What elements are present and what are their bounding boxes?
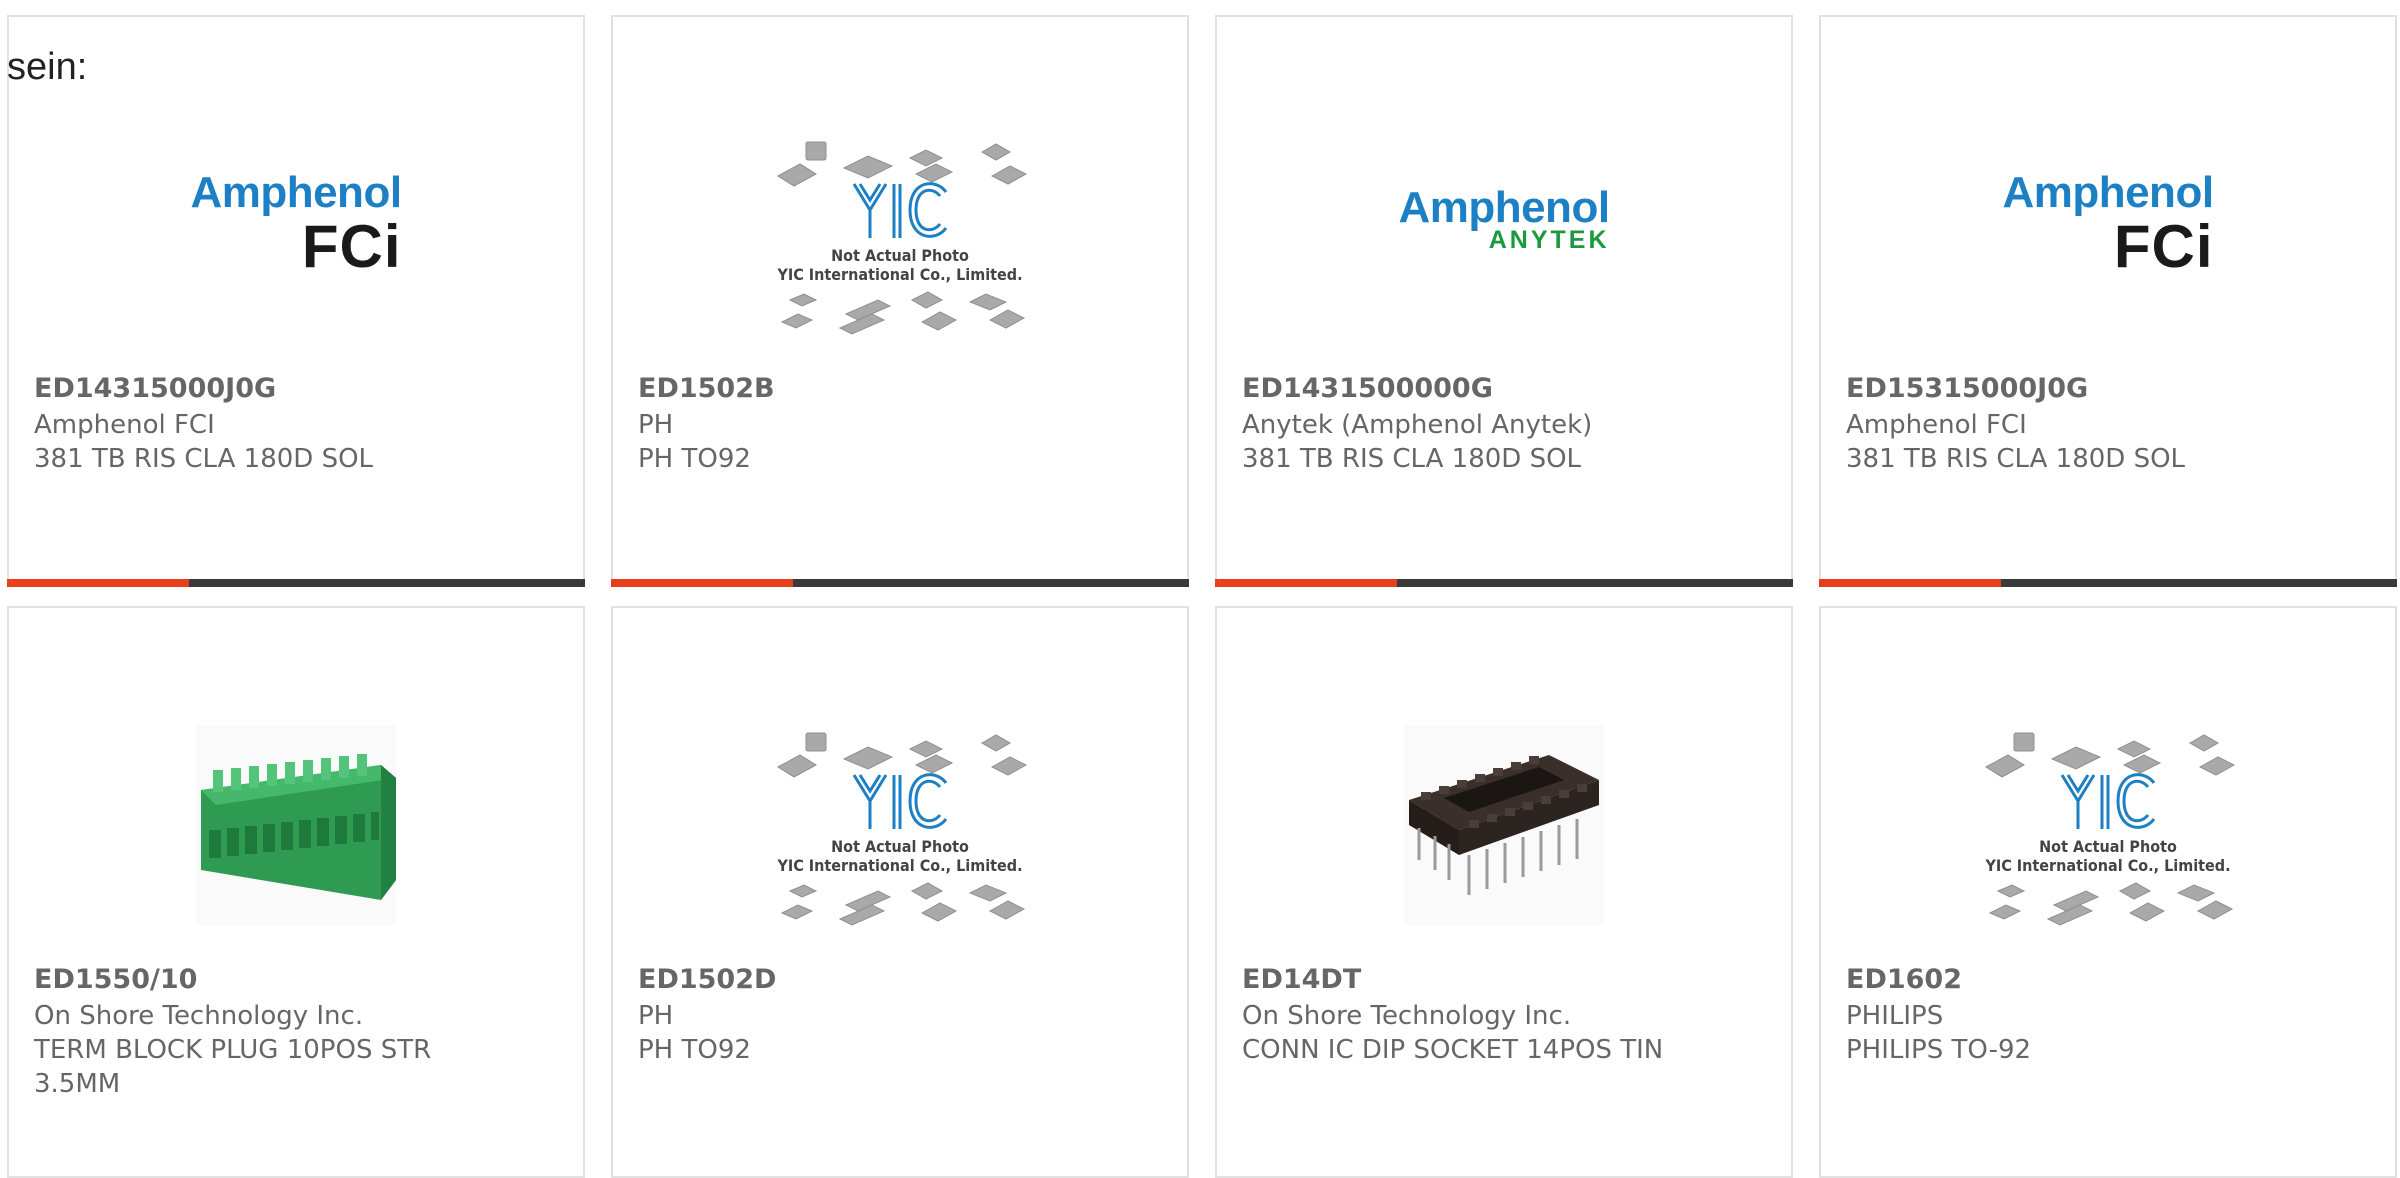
product-card[interactable]: ED1550/10 On Shore Technology Inc. TERM … — [7, 606, 585, 1178]
description: PH TO92 — [638, 444, 751, 474]
product-image[interactable] — [1217, 690, 1791, 960]
card-accent-bar — [1819, 579, 2397, 587]
product-image[interactable] — [9, 690, 583, 960]
description: TERM BLOCK PLUG 10POS STR 3.5MM — [34, 1035, 432, 1099]
description: PH TO92 — [638, 1035, 751, 1065]
yic-placeholder-image: Not Actual Photo YIC International Co., … — [760, 705, 1040, 945]
manufacturer: Anytek (Amphenol Anytek) — [1242, 410, 1593, 440]
manufacturer: Amphenol FCI — [34, 410, 215, 440]
amphenol-fci-logo: Amphenol FCi — [2002, 168, 2214, 280]
description: 381 TB RIS CLA 180D SOL — [34, 444, 374, 474]
lead-text: sein: — [7, 46, 88, 88]
card-accent-bar — [7, 579, 585, 587]
manufacturer: On Shore Technology Inc. — [1242, 1001, 1572, 1031]
product-card[interactable]: Not Actual Photo YIC International Co., … — [1819, 606, 2397, 1178]
product-card[interactable]: Amphenol FCi ED14315000J0G Amphenol FCI … — [7, 15, 585, 587]
description: 381 TB RIS CLA 180D SOL — [1846, 444, 2186, 474]
card-accent-bar — [1215, 579, 1793, 587]
description: PHILIPS TO-92 — [1846, 1035, 2032, 1065]
product-image[interactable]: Amphenol FCi — [1821, 99, 2395, 369]
amphenol-anytek-logo: Amphenol ANYTEK — [1398, 182, 1610, 254]
part-number[interactable]: ED1602 — [1846, 965, 1962, 995]
part-number[interactable]: ED14DT — [1242, 965, 1361, 995]
product-image[interactable]: Not Actual Photo YIC International Co., … — [613, 690, 1187, 960]
manufacturer: Amphenol FCI — [1846, 410, 2027, 440]
product-image[interactable]: Not Actual Photo YIC International Co., … — [1821, 690, 2395, 960]
dip-socket-photo — [1404, 725, 1604, 925]
product-card[interactable]: Not Actual Photo YIC International Co., … — [611, 606, 1189, 1178]
description: CONN IC DIP SOCKET 14POS TIN — [1242, 1035, 1664, 1065]
placeholder-caption: Not Actual Photo YIC International Co., … — [777, 837, 1023, 875]
description: 381 TB RIS CLA 180D SOL — [1242, 444, 1582, 474]
part-number[interactable]: ED14315000J0G — [34, 374, 276, 404]
product-card[interactable]: ED14DT On Shore Technology Inc. CONN IC … — [1215, 606, 1793, 1178]
product-card[interactable]: Amphenol FCi ED15315000J0G Amphenol FCI … — [1819, 15, 2397, 587]
part-number[interactable]: ED1431500000G — [1242, 374, 1493, 404]
product-image[interactable]: Not Actual Photo YIC International Co., … — [613, 99, 1187, 369]
part-number[interactable]: ED15315000J0G — [1846, 374, 2088, 404]
product-image[interactable]: Amphenol FCi — [9, 99, 583, 369]
yic-placeholder-image: Not Actual Photo YIC International Co., … — [760, 114, 1040, 354]
manufacturer: PH — [638, 1001, 674, 1031]
part-number[interactable]: ED1550/10 — [34, 965, 197, 995]
placeholder-caption: Not Actual Photo YIC International Co., … — [1985, 837, 2231, 875]
terminal-block-photo — [196, 725, 396, 925]
part-number[interactable]: ED1502D — [638, 965, 776, 995]
card-accent-bar — [611, 579, 1189, 587]
placeholder-caption: Not Actual Photo YIC International Co., … — [777, 246, 1023, 284]
manufacturer: On Shore Technology Inc. — [34, 1001, 364, 1031]
manufacturer: PHILIPS — [1846, 1001, 1944, 1031]
product-card[interactable]: Not Actual Photo YIC International Co., … — [611, 15, 1189, 587]
manufacturer: PH — [638, 410, 674, 440]
product-image[interactable]: Amphenol ANYTEK — [1217, 99, 1791, 369]
yic-placeholder-image: Not Actual Photo YIC International Co., … — [1968, 705, 2248, 945]
part-number[interactable]: ED1502B — [638, 374, 775, 404]
product-card[interactable]: Amphenol ANYTEK ED1431500000G Anytek (Am… — [1215, 15, 1793, 587]
amphenol-fci-logo: Amphenol FCi — [190, 168, 402, 280]
